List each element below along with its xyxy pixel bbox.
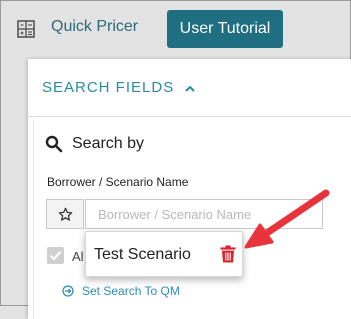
test-scenario-option[interactable]: Test Scenario xyxy=(94,246,191,264)
star-icon xyxy=(58,207,73,221)
header-divider xyxy=(28,116,351,117)
arrow-circle-right-icon xyxy=(62,285,74,297)
top-bar: Quick Pricer User Tutorial xyxy=(1,1,351,59)
quick-pricer-link[interactable]: Quick Pricer xyxy=(51,18,138,36)
all-checkbox-label: Al xyxy=(72,249,84,264)
search-fields-panel: SEARCH FIELDS Search by Borrower / Scena… xyxy=(28,59,351,319)
search-fields-header[interactable]: SEARCH FIELDS xyxy=(42,79,174,96)
user-tutorial-button[interactable]: User Tutorial xyxy=(167,10,283,48)
calculator-icon[interactable] xyxy=(17,20,35,38)
search-by-label: Search by xyxy=(72,135,145,152)
scenario-suggestion-dropdown: Test Scenario xyxy=(85,231,243,277)
borrower-scenario-name-input[interactable] xyxy=(85,199,323,229)
set-search-to-qm-label: Set Search To QM xyxy=(82,284,180,298)
set-search-to-qm-link[interactable]: Set Search To QM xyxy=(62,284,180,298)
search-icon xyxy=(45,135,63,153)
chevron-up-icon[interactable] xyxy=(184,81,196,92)
favorite-button[interactable] xyxy=(46,199,84,229)
name-field-label: Borrower / Scenario Name xyxy=(47,175,189,189)
all-checkbox[interactable] xyxy=(47,247,64,264)
search-by-section: Search by Borrower / Scenario Name Al Se… xyxy=(33,119,344,319)
trash-icon[interactable] xyxy=(220,245,236,263)
